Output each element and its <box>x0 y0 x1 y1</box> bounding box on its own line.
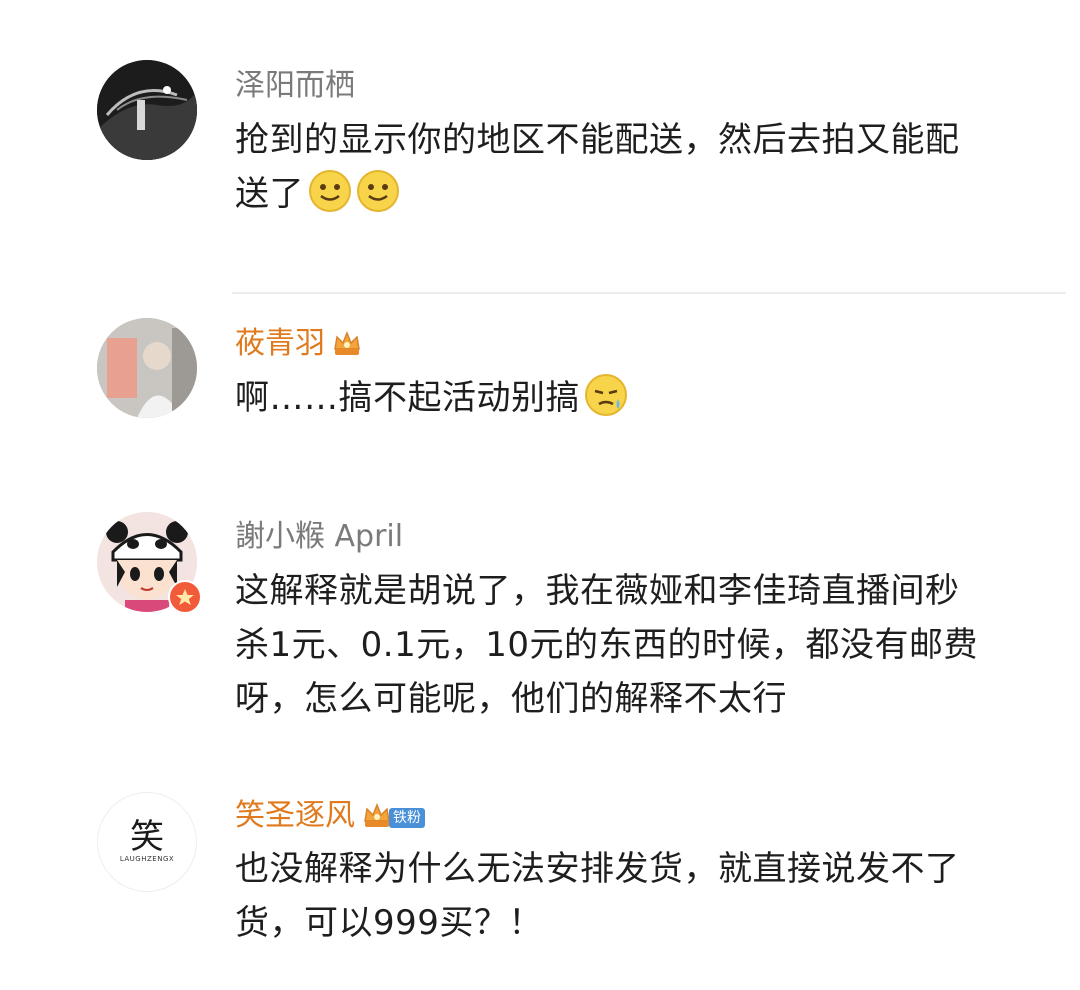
crown-badge-icon <box>331 327 363 368</box>
fan-tag: 铁粉 <box>389 808 425 828</box>
avatar-logo-glyph: 笑 <box>130 817 164 857</box>
avatar-photo-night-city <box>97 60 197 160</box>
sweat-emoji-icon <box>584 373 628 433</box>
username-text: 莜青羽 <box>235 326 325 361</box>
comment-line: 杀1元、0.1元，10元的东西的时候，都没有邮费 <box>235 625 978 665</box>
avatar-photo-person <box>97 318 197 418</box>
comment-line: 货，可以999买？！ <box>235 903 543 943</box>
username[interactable]: 泽阳而栖 <box>235 68 355 104</box>
username[interactable]: 謝小糇 April <box>235 519 403 555</box>
avatar[interactable]: 笑 LAUGHZENGX <box>97 792 197 892</box>
comment-line: 这解释就是胡说了，我在薇娅和李佳琦直播间秒 <box>235 571 960 611</box>
smile-emoji-icon <box>308 169 352 229</box>
comment-line: 啊……搞不起活动别搞 <box>235 371 1035 433</box>
comment-line-text: 啊……搞不起活动别搞 <box>235 378 580 418</box>
avatar-logo-caption: LAUGHZENGX <box>119 855 175 863</box>
avatar[interactable] <box>97 60 197 160</box>
smile-emoji-icon <box>356 169 400 229</box>
comment-line-text: 送了 <box>235 174 304 214</box>
comment-line: 也没解释为什么无法安排发货，就直接说发不了 <box>235 849 960 889</box>
comment-line: 送了 <box>235 167 1035 229</box>
comment-text: 啊……搞不起活动别搞 <box>235 371 1035 433</box>
avatar[interactable] <box>97 318 197 418</box>
comment-line: 抢到的显示你的地区不能配送，然后去拍又能配 <box>235 120 960 160</box>
comment-text: 这解释就是胡说了，我在薇娅和李佳琦直播间秒 杀1元、0.1元，10元的东西的时候… <box>235 564 1035 726</box>
username[interactable]: 莜青羽 <box>235 326 363 368</box>
comment-text: 也没解释为什么无法安排发货，就直接说发不了 货，可以999买？！ <box>235 842 1035 950</box>
comment-line: 呀，怎么可能呢，他们的解释不太行 <box>235 679 787 719</box>
comment-text: 抢到的显示你的地区不能配送，然后去拍又能配 送了 <box>235 113 1035 229</box>
username-text: 笑圣逐风 <box>235 798 355 833</box>
username[interactable]: 笑圣逐风 铁粉 <box>235 798 425 840</box>
divider <box>232 292 1066 294</box>
verified-badge-icon <box>168 580 202 614</box>
